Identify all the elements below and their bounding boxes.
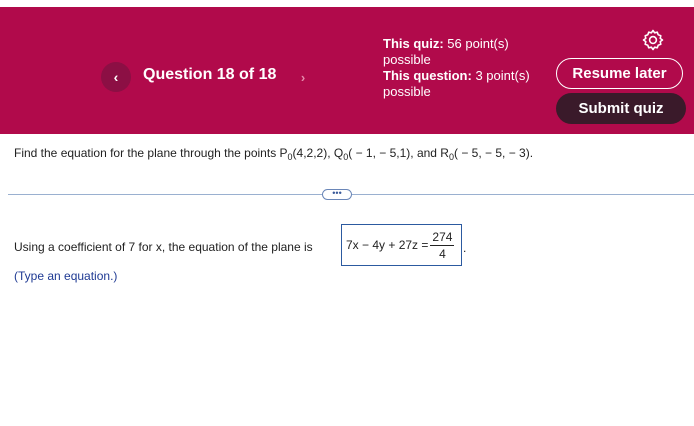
points-info: This quiz: 56 point(s) possible This que… xyxy=(383,36,533,100)
equation-lhs: 7x − 4y + 27z = xyxy=(346,238,429,252)
answer-input[interactable]: 7x − 4y + 27z = 274 4 xyxy=(341,224,462,266)
submit-quiz-button[interactable]: Submit quiz xyxy=(556,93,686,124)
question-points: This question: 3 point(s) possible xyxy=(383,68,530,99)
question-counter: Question 18 of 18 xyxy=(143,66,277,83)
chevron-left-icon: ‹ xyxy=(113,69,119,85)
answer-period: . xyxy=(463,241,467,255)
next-question-button[interactable]: › xyxy=(289,62,317,92)
chevron-right-icon: › xyxy=(300,69,306,85)
quiz-header: ‹ Question 18 of 18 › This quiz: 56 poin… xyxy=(0,7,694,134)
answer-hint: (Type an equation.) xyxy=(14,269,118,283)
top-gap xyxy=(0,0,694,7)
gear-icon[interactable] xyxy=(641,28,665,52)
fraction: 274 4 xyxy=(430,229,455,261)
resume-later-button[interactable]: Resume later xyxy=(556,58,683,89)
previous-question-button[interactable]: ‹ xyxy=(101,62,131,92)
more-options-button[interactable]: ••• xyxy=(322,189,352,200)
fraction-denominator: 4 xyxy=(439,246,446,261)
question-text: Find the equation for the plane through … xyxy=(14,146,534,162)
answer-prompt: Using a coefficient of 7 for x, the equa… xyxy=(14,240,313,254)
fraction-numerator: 274 xyxy=(430,229,455,246)
quiz-points: This quiz: 56 point(s) possible xyxy=(383,36,509,67)
